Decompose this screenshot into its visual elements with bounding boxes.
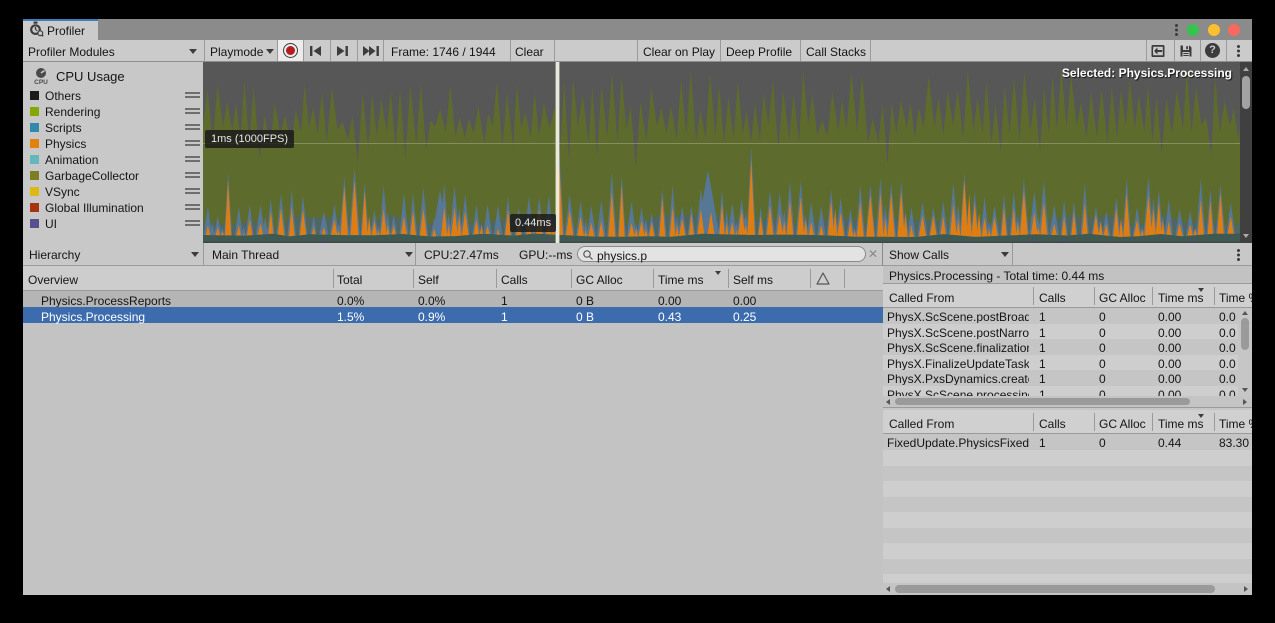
svg-text:CPU: CPU <box>34 79 48 85</box>
